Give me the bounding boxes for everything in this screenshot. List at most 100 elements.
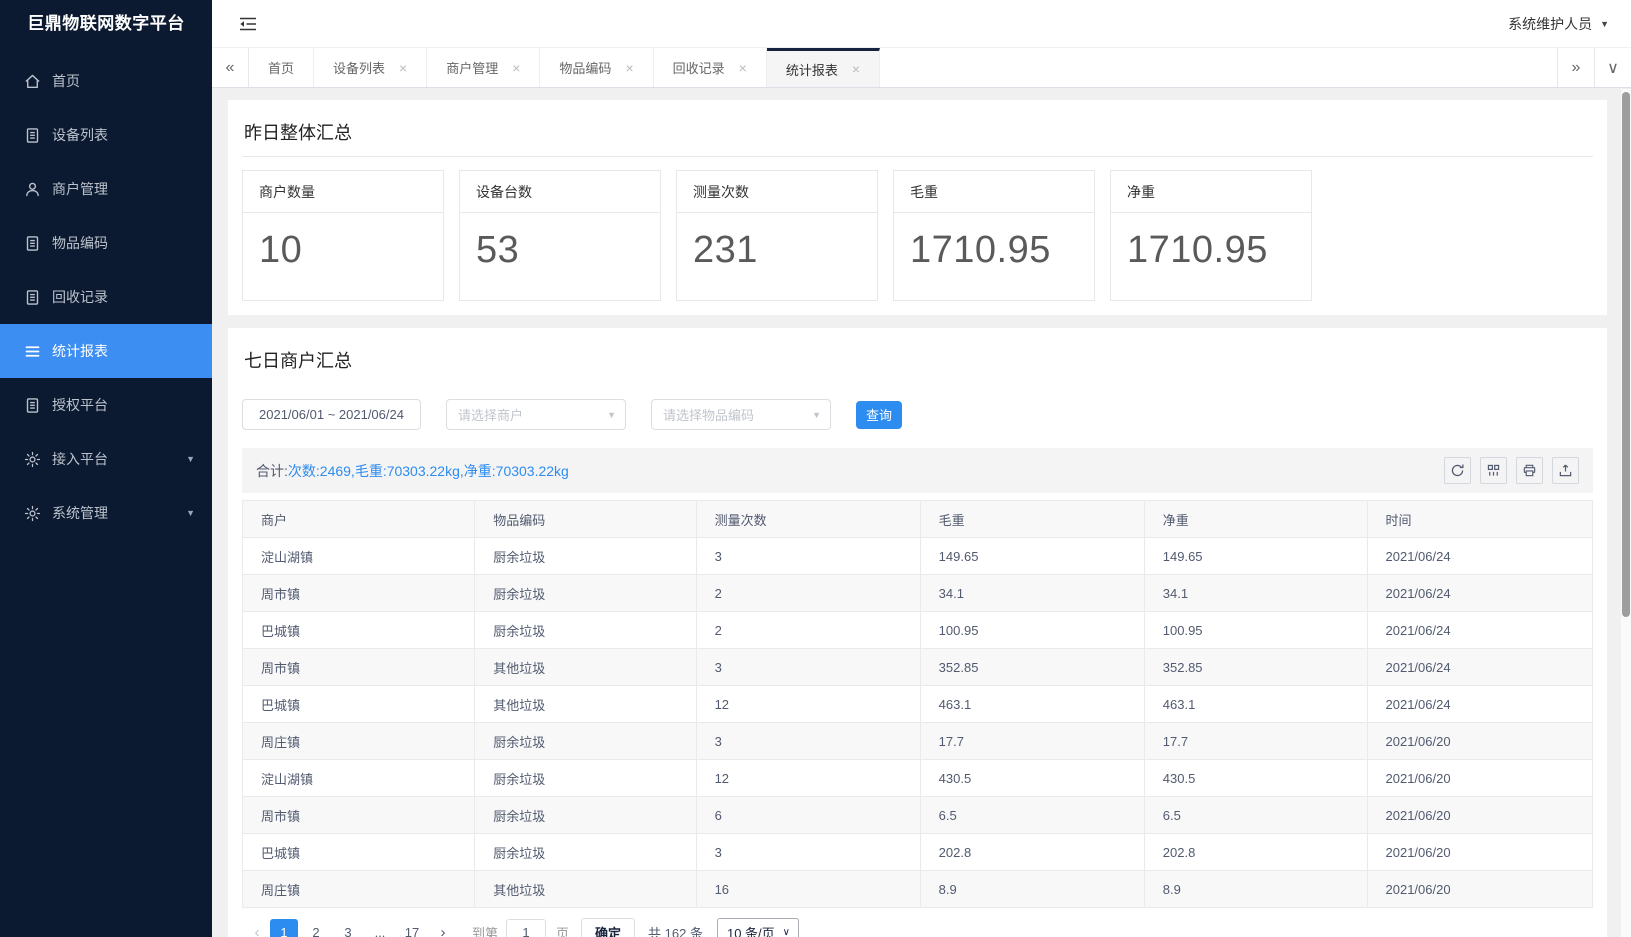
scrollbar-thumb[interactable] [1622,92,1630,617]
yesterday-summary-title: 昨日整体汇总 [242,114,1593,157]
stat-cards: 商户数量10设备台数53测量次数231毛重1710.95净重1710.95 [242,170,1593,301]
page-size-select[interactable]: 10 条/页 ∨ [717,918,799,937]
query-button[interactable]: 查询 [856,401,902,429]
table-cell: 其他垃圾 [475,649,696,686]
collapse-sidebar-button[interactable] [236,12,260,36]
table-cell: 8.9 [920,871,1144,908]
item-code-select[interactable]: 请选择物品编码 ▼ [651,399,831,430]
tab-label: 商户管理 [446,58,498,77]
tab-label: 设备列表 [333,58,385,77]
tab-label: 首页 [268,58,294,77]
table-cell: 其他垃圾 [475,686,696,723]
export-button[interactable] [1552,457,1579,484]
totals-summary: 合计:次数:2469,毛重:70303.22kg,净重:70303.22kg [256,461,569,481]
date-range-input[interactable] [242,399,421,430]
close-icon[interactable]: × [625,61,633,75]
print-button[interactable] [1516,457,1543,484]
tab-reports[interactable]: 统计报表× [767,48,880,87]
prev-page-button[interactable]: ‹ [244,919,270,937]
table-cell: 430.5 [1144,760,1367,797]
close-icon[interactable]: × [852,62,860,76]
table-cell: 厨余垃圾 [475,538,696,575]
sidebar-item-label: 回收记录 [52,287,108,307]
stat-card-value: 1710.95 [894,213,1094,300]
chevron-down-icon: ∨ [783,927,790,937]
tabs-menu-button[interactable]: ∨ [1594,48,1631,87]
column-header: 时间 [1367,501,1592,538]
table-cell: 6 [696,797,920,834]
tabbar: « 首页设备列表×商户管理×物品编码×回收记录×统计报表× » ∨ [212,47,1631,88]
tab-recycle-log[interactable]: 回收记录 × [654,48,767,87]
table-cell: 3 [696,649,920,686]
table-cell: 周市镇 [243,797,475,834]
goto-page-input[interactable] [506,919,546,937]
home-icon [23,72,41,90]
page-button-3[interactable]: 3 [334,919,362,937]
refresh-button[interactable] [1444,457,1471,484]
table-header-row: 商户物品编码测量次数毛重净重时间 [243,501,1593,538]
tab-label: 回收记录 [673,58,725,77]
table-cell: 352.85 [920,649,1144,686]
table-cell: 17.7 [920,723,1144,760]
sidebar-item-merchants[interactable]: 商户管理 [0,162,212,216]
gear-icon [23,450,41,468]
sidebar-item-reports[interactable]: 统计报表 [0,324,212,378]
confirm-page-button[interactable]: 确定 [581,918,635,937]
app-title: 巨鼎物联网数字平台 [0,0,212,48]
sidebar-item-item-codes[interactable]: 物品编码 [0,216,212,270]
table-cell: 周庄镇 [243,723,475,760]
report-table: 商户物品编码测量次数毛重净重时间 淀山湖镇厨余垃圾3149.65149.6520… [242,500,1593,908]
doc-icon [23,234,41,252]
table-cell: 巴城镇 [243,686,475,723]
totals-label: 合计: [256,463,288,479]
table-cell: 厨余垃圾 [475,723,696,760]
page-button-17[interactable]: 17 [398,919,426,937]
table-cell: 2021/06/20 [1367,797,1592,834]
stat-card-value: 10 [243,213,443,300]
sidebar-item-access-platform[interactable]: 接入平台▼ [0,432,212,486]
page-button-2[interactable]: 2 [302,919,330,937]
table-cell: 12 [696,760,920,797]
table-cell: 淀山湖镇 [243,760,475,797]
column-settings-button[interactable] [1480,457,1507,484]
tabs-scroll-right-button[interactable]: » [1557,48,1594,87]
sidebar-item-recycle-log[interactable]: 回收记录 [0,270,212,324]
merchant-select[interactable]: 请选择商户 ▼ [446,399,626,430]
tab-item-codes[interactable]: 物品编码× [540,48,653,87]
page-button-1[interactable]: 1 [270,919,298,937]
table-cell: 34.1 [1144,575,1367,612]
column-header: 毛重 [920,501,1144,538]
tab-home[interactable]: 首页 [249,48,314,87]
goto-page-label: 到第 [472,923,498,937]
user-menu[interactable]: 系统维护人员 ▼ [1508,14,1609,34]
totals-value: 次数:2469,毛重:70303.22kg,净重:70303.22kg [288,463,569,479]
next-page-button[interactable]: › [430,919,456,937]
table-cell: 34.1 [920,575,1144,612]
tab-merchants[interactable]: 商户管理 × [427,48,540,87]
collapse-menu-icon [239,16,257,32]
sidebar-item-auth-platform[interactable]: 授权平台 [0,378,212,432]
vertical-scrollbar [1621,89,1631,937]
refresh-icon [1450,463,1465,478]
page-unit-label: 页 [556,923,569,937]
close-icon[interactable]: × [512,61,520,75]
table-row: 淀山湖镇厨余垃圾12430.5430.52021/06/20 [243,760,1593,797]
table-row: 周市镇厨余垃圾66.56.52021/06/20 [243,797,1593,834]
table-cell: 12 [696,686,920,723]
table-row: 巴城镇其他垃圾12463.1463.12021/06/24 [243,686,1593,723]
close-icon[interactable]: × [399,61,407,75]
close-icon[interactable]: × [739,61,747,75]
sidebar-item-label: 设备列表 [52,125,108,145]
sidebar-item-label: 系统管理 [52,503,108,523]
user-name: 系统维护人员 [1508,14,1592,34]
stat-card-value: 53 [460,213,660,300]
table-cell: 淀山湖镇 [243,538,475,575]
tab-device-list[interactable]: 设备列表 × [314,48,427,87]
sidebar-item-home[interactable]: 首页 [0,54,212,108]
page-buttons: 123...17 [270,919,430,937]
sidebar-item-device-list[interactable]: 设备列表 [0,108,212,162]
yesterday-summary-panel: 昨日整体汇总 商户数量10设备台数53测量次数231毛重1710.95净重171… [228,100,1607,315]
sidebar-item-system-mgmt[interactable]: 系统管理▼ [0,486,212,540]
table-cell: 6.5 [920,797,1144,834]
tabs-scroll-left-button[interactable]: « [212,48,249,87]
